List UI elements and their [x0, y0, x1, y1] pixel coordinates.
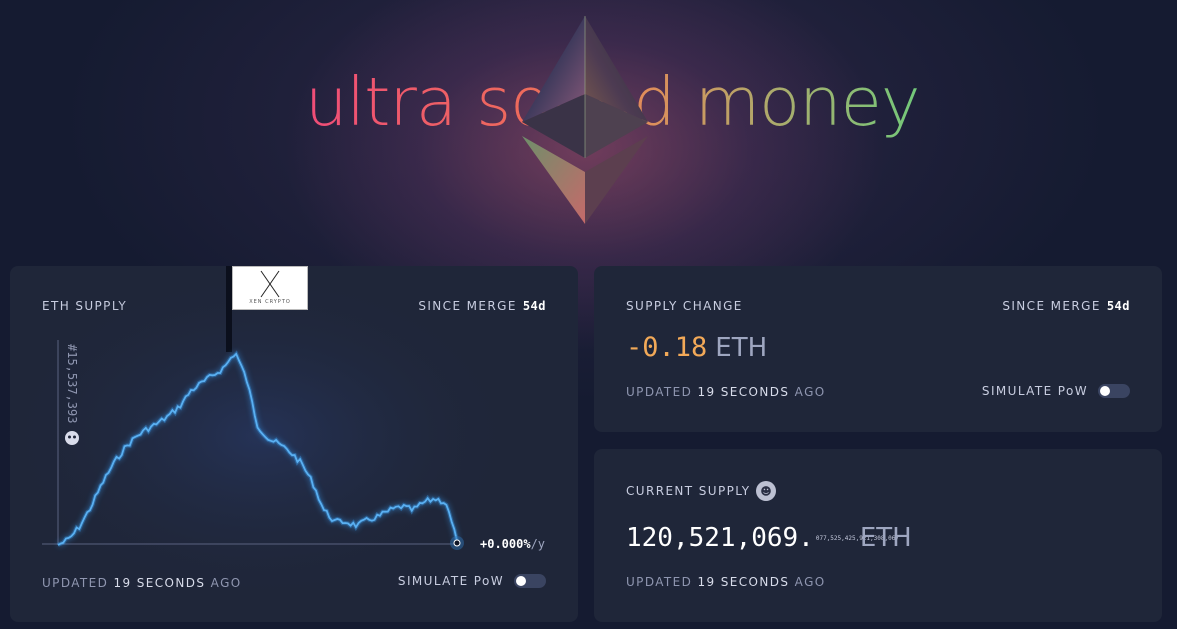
updated-value: 19 SECONDS [113, 576, 206, 590]
simulate-pow-toggle[interactable] [1098, 384, 1130, 398]
updated-value: 19 SECONDS [697, 385, 790, 399]
supply-unit: ETH [859, 523, 912, 553]
block-marker-icon [65, 431, 79, 445]
xen-flag-text: XEN CRYPTO [249, 299, 291, 305]
xen-crypto-flag: XEN CRYPTO [232, 266, 308, 310]
end-point [453, 539, 461, 547]
nerd-face-icon: ☻ [756, 481, 776, 501]
updated-text: UPDATED 19 SECONDS AGO [42, 576, 242, 590]
simulate-pow-control: SIMULATE PoW [398, 574, 546, 588]
current-supply-value: 120,521,069. 077,525,425,921,308,067 ETH [626, 523, 912, 553]
since-merge-label: SINCE MERGE 54d [1002, 299, 1130, 313]
supply-change-label: SUPPLY CHANGE [626, 299, 743, 313]
ethereum-icon [522, 16, 648, 224]
supply-chart: +0.000%/y #15,537,393 [0, 266, 545, 606]
end-rate-label: +0.000%/y [480, 537, 545, 551]
block-number-label: #15,537,393 [65, 344, 79, 423]
simulate-pow-label: SIMULATE PoW [397, 574, 504, 588]
supply-change-unit: ETH [715, 333, 768, 363]
simulate-pow-control: SIMULATE PoW [982, 384, 1130, 398]
supply-decimals: 077,525,425,921,308,067 [815, 534, 899, 542]
eth-supply-card: ETH SUPPLY SINCE MERGE 54d +0.000%/y #15,… [0, 266, 578, 622]
updated-value: 19 SECONDS [697, 575, 790, 589]
current-supply-label: CURRENT SUPPLY [626, 484, 751, 498]
since-merge-value: 54d [1106, 299, 1130, 313]
simulate-pow-label: SIMULATE PoW [981, 384, 1088, 398]
updated-text: UPDATED 19 SECONDS AGO [626, 575, 826, 589]
simulate-pow-toggle[interactable] [514, 574, 546, 588]
supply-change-card: SUPPLY CHANGE SINCE MERGE 54d -0.18 ETH UP… [594, 266, 1162, 432]
supply-change-value: -0.18 ETH [626, 332, 768, 363]
updated-text: UPDATED 19 SECONDS AGO [626, 385, 826, 399]
current-supply-card: CURRENT SUPPLY ☻ 120,521,069. 077,525,42… [594, 449, 1162, 622]
supply-main: 120,521,069. [626, 523, 814, 553]
